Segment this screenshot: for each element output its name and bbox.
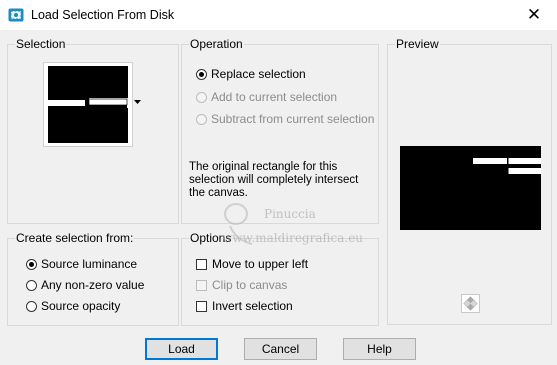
close-icon: ✕ xyxy=(526,5,542,24)
preview-group-title: Preview xyxy=(395,37,440,51)
close-button[interactable]: ✕ xyxy=(511,0,557,30)
cancel-button[interactable]: Cancel xyxy=(244,338,317,360)
title-bar: Load Selection From Disk ✕ xyxy=(0,0,557,30)
thumbnail-dropdown-arrow-icon[interactable] xyxy=(134,100,141,105)
selection-group-title: Selection xyxy=(15,37,67,51)
transparency-toggle-button[interactable] xyxy=(461,294,480,313)
radio-indicator xyxy=(26,279,37,291)
radio-indicator xyxy=(26,300,37,312)
source-opacity-radio[interactable]: Source opacity xyxy=(26,297,120,315)
options-group-title: Options xyxy=(189,231,233,245)
radio-indicator xyxy=(196,91,207,103)
checkerboard-icon xyxy=(463,296,478,311)
radio-indicator xyxy=(196,68,207,80)
window-title: Load Selection From Disk xyxy=(31,8,175,22)
selection-thumbnail[interactable] xyxy=(43,62,133,147)
operation-group-title: Operation xyxy=(189,37,244,51)
add-to-current-selection-radio: Add to current selection xyxy=(196,88,337,106)
create-selection-from-title: Create selection from: xyxy=(15,231,135,245)
preview-selection-image xyxy=(473,158,541,174)
checkbox-indicator xyxy=(196,258,207,270)
any-non-zero-value-radio[interactable]: Any non-zero value xyxy=(26,276,144,294)
checkbox-indicator xyxy=(196,300,207,312)
radio-indicator xyxy=(196,113,207,125)
replace-selection-radio[interactable]: Replace selection xyxy=(196,65,306,83)
checkbox-indicator xyxy=(196,279,207,291)
radio-indicator xyxy=(26,258,37,270)
selection-app-icon xyxy=(8,8,24,22)
subtract-from-current-selection-radio: Subtract from current selection xyxy=(196,110,374,128)
move-to-upper-left-checkbox[interactable]: Move to upper left xyxy=(196,255,308,273)
source-luminance-radio[interactable]: Source luminance xyxy=(26,255,137,273)
help-button[interactable]: Help xyxy=(343,338,416,360)
selection-thumbnail-image xyxy=(48,66,128,143)
preview-canvas xyxy=(400,146,541,230)
load-button[interactable]: Load xyxy=(145,338,218,360)
operation-note: The original rectangle for this selectio… xyxy=(189,161,359,199)
clip-to-canvas-checkbox: Clip to canvas xyxy=(196,276,287,294)
invert-selection-checkbox[interactable]: Invert selection xyxy=(196,297,293,315)
